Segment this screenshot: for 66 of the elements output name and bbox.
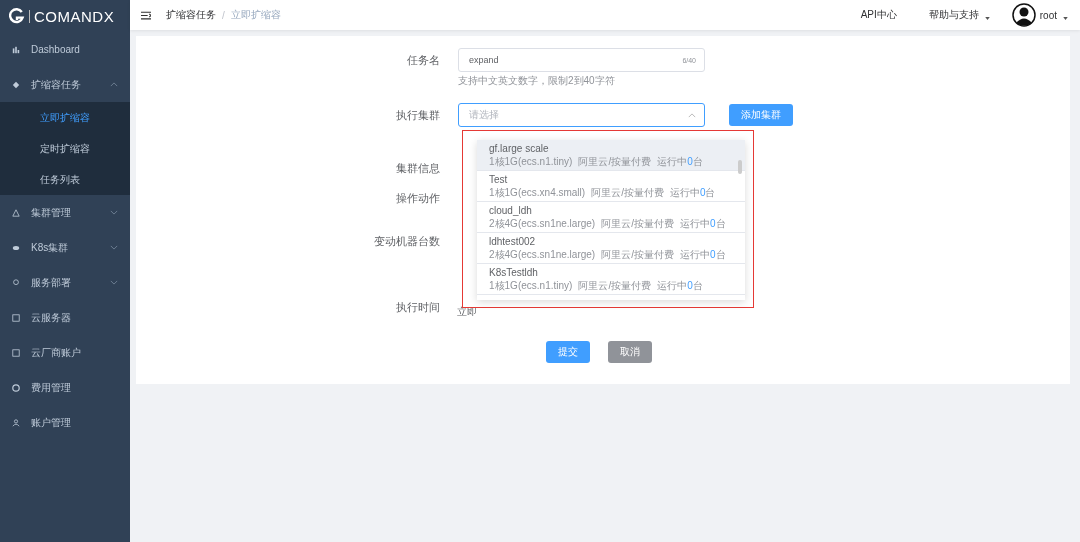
option-spec: 1核1G(ecs.n1.tiny) — [489, 155, 573, 168]
option-name: Test — [489, 173, 509, 186]
field-label: 操作动作 — [395, 191, 441, 206]
sidebar-item[interactable]: 扩缩容任务 — [0, 67, 130, 102]
sidebar-subitem[interactable]: 立即扩缩容 — [0, 102, 130, 133]
card-icon — [12, 348, 20, 357]
field-label: 执行集群 — [395, 107, 441, 123]
caret-icon[interactable] — [1063, 16, 1068, 20]
dropdown-option[interactable]: gf.large scale 1核1G(ecs.n1.tiny) 阿里云/按量付费 运行中0台 — [477, 140, 745, 171]
breadcrumb-item[interactable]: 扩缩容任务 — [166, 8, 216, 22]
chevron-icon — [688, 112, 696, 118]
option-name: cloud_ldh — [489, 204, 533, 217]
sidebar-item[interactable]: 费用管理 — [0, 370, 130, 405]
menu-icon[interactable] — [141, 10, 151, 20]
field-hint: 支持中文英文数字，限制2到40字符 — [458, 74, 615, 88]
field-label: 集群信息 — [395, 161, 441, 176]
breadcrumb-separator: / — [222, 9, 225, 21]
logo-text: COMANDX — [34, 7, 115, 25]
sidebar-subitem[interactable]: 定时扩缩容 — [0, 133, 130, 164]
diamond-icon — [12, 80, 20, 89]
field-label: 执行时间 — [395, 299, 441, 315]
option-name: ldhtest002 — [489, 235, 537, 248]
logo-icon — [9, 8, 25, 24]
option-spec: 2核4G(ecs.sn1ne.large) — [489, 217, 596, 230]
dropdown-option[interactable]: K8sTestldh 1核1G(ecs.n1.tiny) 阿里云/按量付费 运行中0台 — [477, 264, 745, 295]
option-billing: 阿里云/按量付费 — [601, 248, 674, 261]
server-icon — [12, 313, 20, 322]
option-billing: 阿里云/按量付费 — [578, 155, 652, 168]
user-icon — [12, 418, 20, 427]
option-status: 运行中0台 — [669, 186, 716, 199]
sidebar-item[interactable]: K8s集群 — [0, 230, 130, 265]
eye-icon — [12, 243, 20, 252]
option-name: gf.large scale — [489, 142, 550, 155]
sidebar-subitem[interactable]: 任务列表 — [0, 164, 130, 195]
field-label: 任务名 — [406, 52, 441, 68]
header-link[interactable]: 帮助与支持 — [928, 8, 979, 22]
option-spec: 1核1G(ecs.n1.tiny) — [489, 279, 573, 292]
dropdown-option[interactable]: ldhtest002 2核4G(ecs.sn1ne.large) 阿里云/按量付费 运行中0台 — [477, 233, 745, 264]
avatar-icon[interactable] — [1011, 3, 1036, 27]
caret-icon[interactable] — [984, 16, 990, 20]
bar-chart-icon — [12, 45, 20, 54]
pin-icon — [12, 278, 20, 287]
option-billing: 阿里云/按量付费 — [601, 217, 674, 230]
dropdown-option[interactable]: Test 1核1G(ecs.xn4.small) 阿里云/按量付费 运行中0台 — [477, 171, 745, 202]
option-name: K8sTestldh — [489, 266, 539, 279]
option-status: 运行中0台 — [679, 248, 726, 261]
sidebar-item[interactable]: 云服务器 — [0, 300, 130, 335]
option-status: 运行中0台 — [657, 155, 703, 168]
dropdown-option[interactable]: cloud_ldh 2核4G(ecs.sn1ne.large) 阿里云/按量付费 运行中0台 — [477, 202, 745, 233]
field-label: 变动机器台数 — [373, 234, 441, 249]
option-spec: 1核1G(ecs.xn4.small) — [489, 186, 586, 199]
sidebar-item[interactable]: Dashboard — [0, 32, 130, 67]
triangle-icon — [12, 208, 20, 217]
option-status: 运行中0台 — [657, 279, 703, 292]
option-billing: 阿里云/按量付费 — [591, 186, 664, 199]
option-billing: 阿里云/按量付费 — [578, 279, 652, 292]
scrollbar-thumb[interactable] — [738, 160, 742, 174]
sidebar-item[interactable]: 集群管理 — [0, 195, 130, 230]
sidebar-item[interactable]: 账户管理 — [0, 405, 130, 440]
sidebar-item[interactable]: 服务部署 — [0, 265, 130, 300]
sidebar-item[interactable]: 云厂商账户 — [0, 335, 130, 370]
option-status: 运行中0台 — [679, 217, 726, 230]
user-name[interactable]: root — [1039, 9, 1057, 21]
header-link[interactable]: API中心 — [860, 8, 897, 22]
option-spec: 2核4G(ecs.sn1ne.large) — [489, 248, 596, 261]
target-icon — [12, 383, 20, 392]
